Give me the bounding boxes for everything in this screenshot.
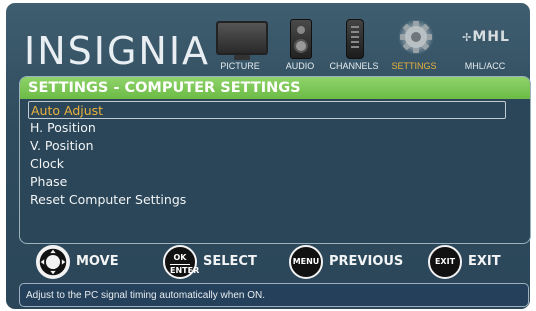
screen: INSIGNIA PICTURE AUDIO CHANNELS SETTINGS… xyxy=(0,0,536,311)
menu-item-h-position[interactable]: H. Position xyxy=(28,119,506,137)
nav-audio-label: AUDIO xyxy=(285,61,315,71)
exit-key-icon: EXIT xyxy=(428,245,462,279)
remote-icon xyxy=(346,19,364,59)
mhl-logo-text: MHL xyxy=(472,29,510,45)
page-title: SETTINGS - COMPUTER SETTINGS xyxy=(20,77,530,99)
nav-settings-label: SETTINGS xyxy=(391,61,437,71)
nav-picture-label: PICTURE xyxy=(220,61,260,71)
gear-icon xyxy=(398,19,434,55)
nav-mhl-acc-label: MHL/ACC xyxy=(464,61,506,71)
menu-panel: INSIGNIA PICTURE AUDIO CHANNELS SETTINGS… xyxy=(6,3,531,309)
nav-mhl-acc[interactable]: ✢MHL MHL/ACC xyxy=(446,15,524,75)
help-text-bar: Adjust to the PC signal timing automatic… xyxy=(19,283,529,307)
menu-key-icon: MENU xyxy=(289,245,323,279)
nav-channels-label: CHANNELS xyxy=(329,61,379,71)
dpad-icon xyxy=(36,245,70,279)
legend-previous-label: PREVIOUS xyxy=(329,254,404,269)
menu-item-v-position[interactable]: V. Position xyxy=(28,137,506,155)
menu-list: Auto Adjust H. Position V. Position Cloc… xyxy=(28,101,506,209)
menu-item-auto-adjust[interactable]: Auto Adjust xyxy=(28,101,506,119)
menu-item-phase[interactable]: Phase xyxy=(28,173,506,191)
speaker-icon xyxy=(290,19,312,59)
nav-audio[interactable]: AUDIO xyxy=(283,15,317,75)
settings-content-box: SETTINGS - COMPUTER SETTINGS Auto Adjust… xyxy=(19,76,531,244)
legend-move-label: MOVE xyxy=(76,254,119,269)
legend-exit-label: EXIT xyxy=(468,254,501,269)
legend-select-label: SELECT xyxy=(203,254,257,269)
mhl-logo: ✢MHL xyxy=(452,29,520,45)
tv-icon xyxy=(216,21,268,60)
nav-settings[interactable]: SETTINGS xyxy=(384,15,444,75)
mhl-logo-mark: ✢ xyxy=(462,31,473,44)
ok-key-text: OK xyxy=(173,253,187,262)
menu-item-reset-computer-settings[interactable]: Reset Computer Settings xyxy=(28,191,506,209)
nav-channels[interactable]: CHANNELS xyxy=(326,15,382,75)
enter-key-text: ENTER xyxy=(170,264,200,275)
nav-picture[interactable]: PICTURE xyxy=(214,15,268,75)
insignia-logo: INSIGNIA xyxy=(24,29,211,73)
menu-item-clock[interactable]: Clock xyxy=(28,155,506,173)
ok-enter-key-icon: OK ENTER xyxy=(163,245,200,279)
